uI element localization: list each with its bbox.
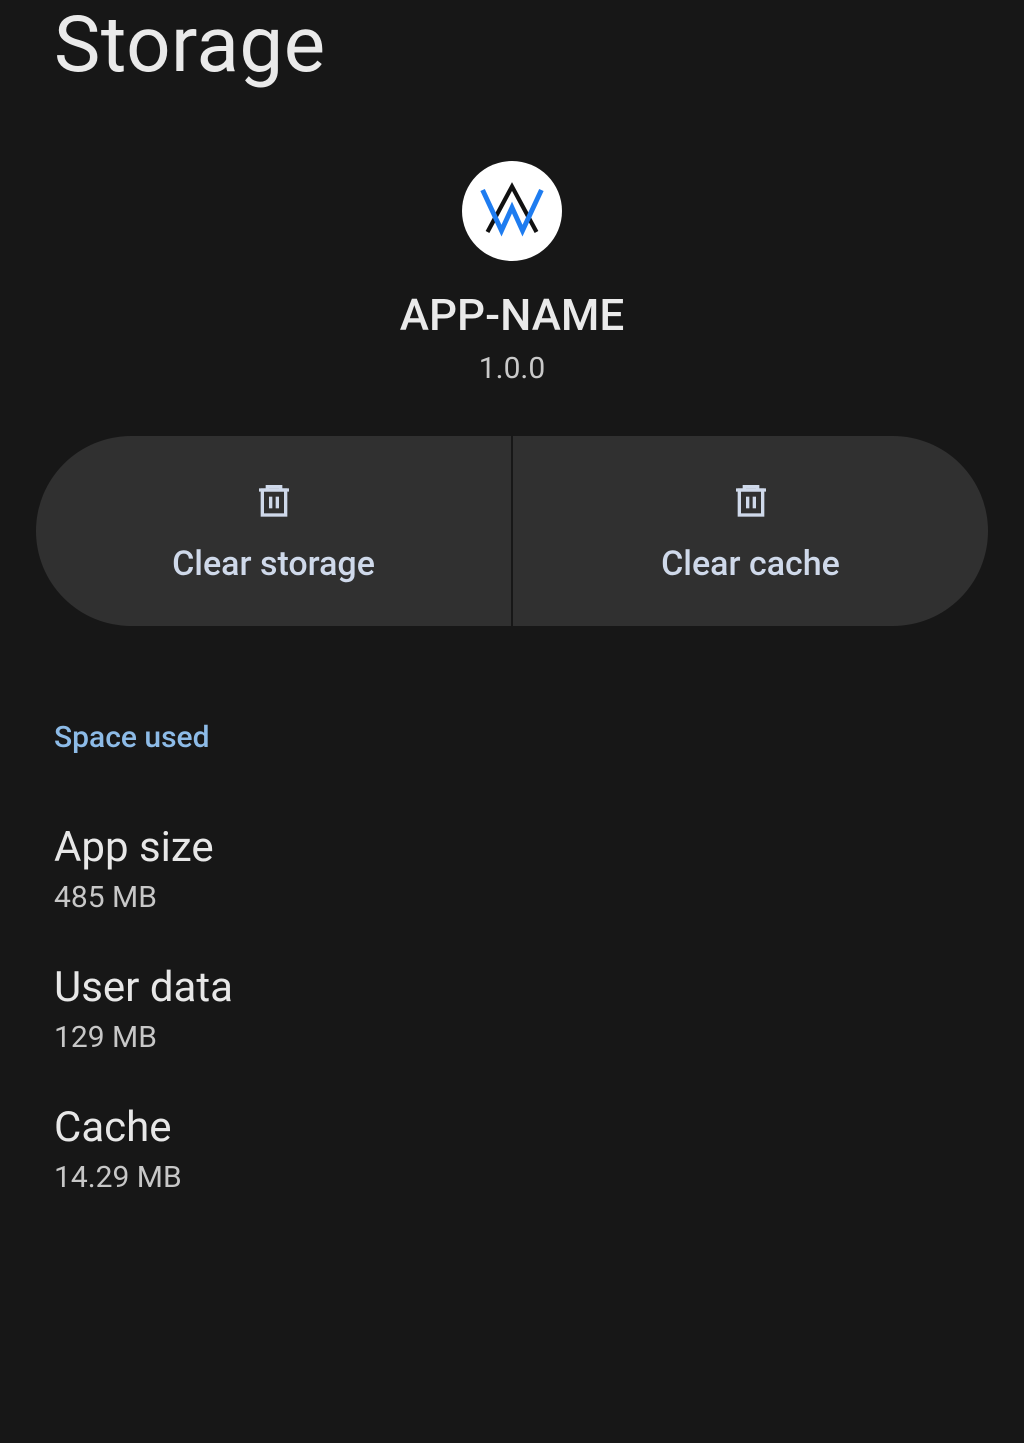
- stat-label: User data: [54, 963, 970, 1012]
- page-title: Storage: [0, 0, 1024, 131]
- stat-item-cache: Cache 14.29 MB: [0, 1055, 1024, 1195]
- app-logo-icon: [477, 176, 547, 246]
- stat-item-user-data: User data 129 MB: [0, 915, 1024, 1055]
- app-name: APP-NAME: [400, 289, 624, 341]
- stat-label: Cache: [54, 1103, 970, 1152]
- app-icon: [462, 161, 562, 261]
- trash-icon: [731, 478, 771, 526]
- clear-storage-button[interactable]: Clear storage: [36, 436, 511, 626]
- app-version: 1.0.0: [479, 351, 545, 386]
- clear-cache-label: Clear cache: [661, 544, 840, 584]
- stat-label: App size: [54, 823, 970, 872]
- space-used-section-label: Space used: [0, 626, 1024, 775]
- clear-cache-button[interactable]: Clear cache: [513, 436, 988, 626]
- stat-value: 129 MB: [54, 1020, 970, 1055]
- stat-value: 485 MB: [54, 880, 970, 915]
- action-button-row: Clear storage Clear cache: [36, 436, 988, 626]
- stat-value: 14.29 MB: [54, 1160, 970, 1195]
- app-header: APP-NAME 1.0.0: [0, 131, 1024, 436]
- clear-storage-label: Clear storage: [172, 544, 375, 584]
- storage-settings-screen: Storage APP-NAME 1.0.0 Clear storage: [0, 0, 1024, 1235]
- stat-item-app-size: App size 485 MB: [0, 775, 1024, 915]
- trash-icon: [254, 478, 294, 526]
